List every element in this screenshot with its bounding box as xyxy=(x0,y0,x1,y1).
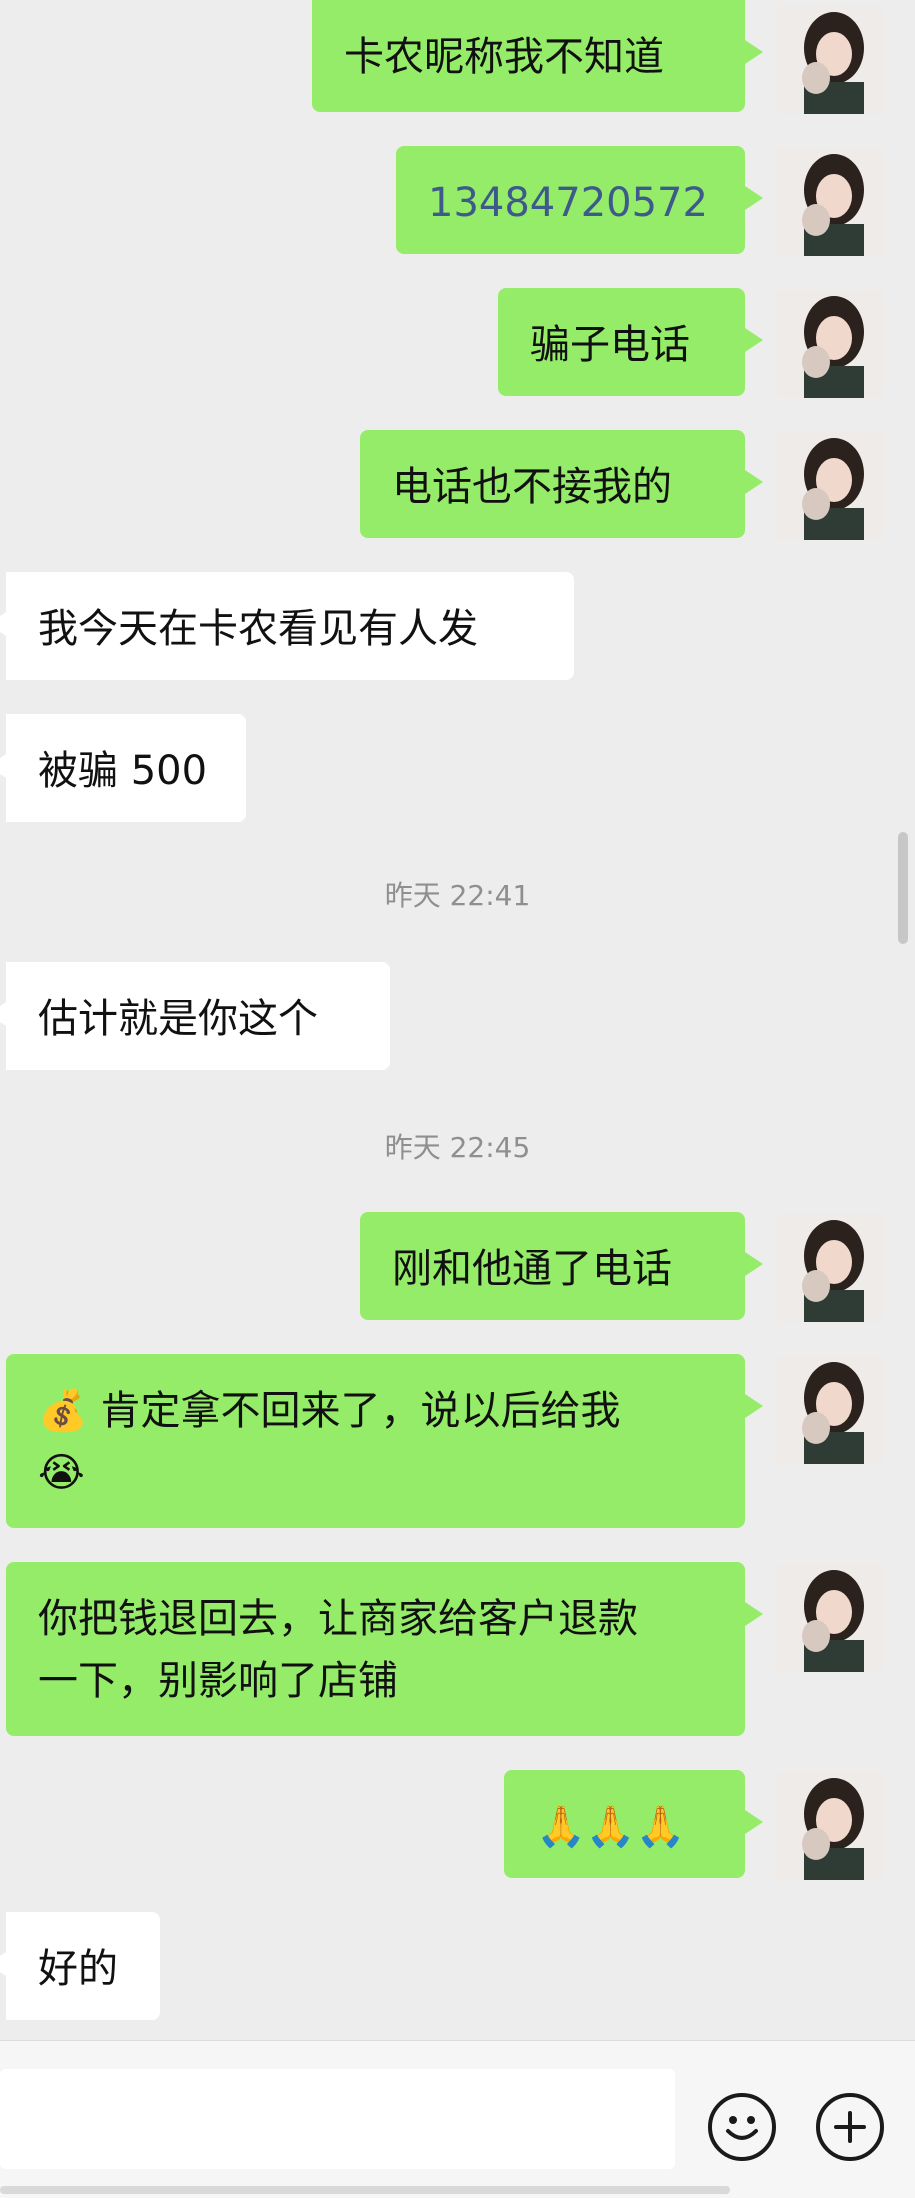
avatar[interactable] xyxy=(776,1356,884,1464)
avatar[interactable] xyxy=(776,1214,884,1322)
message-text: 电话也不接我的 xyxy=(392,464,672,510)
message-text: 你把钱退回去，让商家给客户退款 一下，别影响了店铺 xyxy=(38,1596,638,1704)
avatar[interactable] xyxy=(776,290,884,398)
plus-icon[interactable] xyxy=(816,2093,884,2161)
avatar[interactable] xyxy=(776,432,884,540)
message-text: 好的 xyxy=(38,1946,118,1992)
chat-input-bar xyxy=(0,2040,915,2198)
message-bubble-outgoing[interactable]: 骗子电话 xyxy=(498,288,763,396)
avatar[interactable] xyxy=(776,148,884,256)
message-bubble-incoming[interactable]: 好的 xyxy=(0,1912,160,2020)
avatar[interactable] xyxy=(776,1564,884,1672)
message-bubble-outgoing[interactable]: 你把钱退回去，让商家给客户退款 一下，别影响了店铺 xyxy=(6,1562,763,1736)
message-text: 🙏🙏🙏 xyxy=(536,1804,686,1850)
avatar[interactable] xyxy=(776,1772,884,1880)
message-bubble-incoming[interactable]: 我今天在卡农看见有人发 xyxy=(0,572,574,680)
message-text: 13484720572 xyxy=(428,180,708,226)
message-text: 卡农昵称我不知道 xyxy=(344,34,664,80)
message-bubble-incoming[interactable]: 估计就是你这个 xyxy=(0,962,390,1070)
message-bubble-outgoing[interactable]: 刚和他通了电话 xyxy=(360,1212,763,1320)
message-text: 估计就是你这个 xyxy=(38,996,318,1042)
message-bubble-outgoing[interactable]: 卡农昵称我不知道 xyxy=(312,0,763,112)
message-text: 💰 肯定拿不回来了，说以后给我 😭 xyxy=(38,1388,621,1496)
scrollbar[interactable] xyxy=(898,832,908,944)
message-bubble-outgoing[interactable]: 电话也不接我的 xyxy=(360,430,763,538)
timestamp: 昨天 22:41 xyxy=(384,879,531,912)
message-text: 骗子电话 xyxy=(530,322,690,368)
message-bubble-outgoing[interactable]: 🙏🙏🙏 xyxy=(504,1770,763,1878)
message-text: 我今天在卡农看见有人发 xyxy=(38,606,478,652)
avatar[interactable] xyxy=(776,6,884,114)
message-bubble-incoming[interactable]: 被骗 500 xyxy=(0,714,246,822)
timestamp: 昨天 22:45 xyxy=(384,1131,531,1164)
message-bubble-outgoing[interactable]: 💰 肯定拿不回来了，说以后给我 😭 xyxy=(6,1354,763,1528)
message-bubble-outgoing[interactable]: 13484720572 xyxy=(396,146,763,254)
message-input[interactable] xyxy=(0,2069,675,2169)
message-text: 被骗 500 xyxy=(38,748,208,794)
home-indicator-bar xyxy=(0,2186,730,2194)
message-text: 刚和他通了电话 xyxy=(392,1246,672,1292)
smiley-icon[interactable] xyxy=(708,2093,776,2161)
